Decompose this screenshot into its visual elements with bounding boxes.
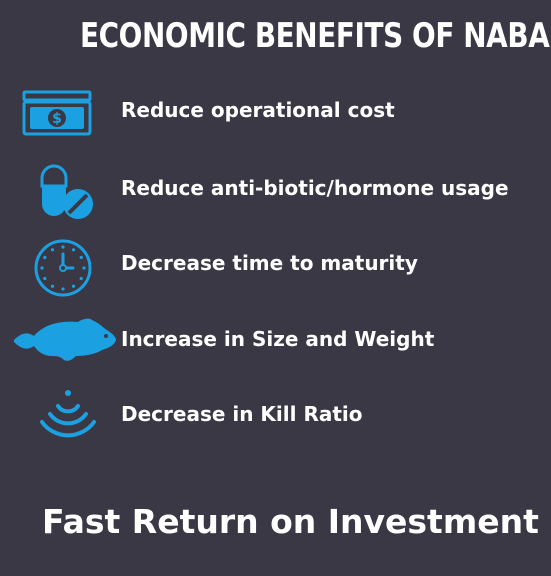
- benefit-label: Reduce operational cost: [121, 98, 395, 122]
- benefit-item-antibiotic-usage: Reduce anti-biotic/hormone usage: [0, 158, 551, 219]
- benefit-label: Reduce anti-biotic/hormone usage: [121, 176, 509, 200]
- benefit-item-time-to-maturity: Decrease time to maturity: [0, 236, 551, 297]
- money-icon: $: [22, 90, 92, 136]
- benefit-item-kill-ratio: Decrease in Kill Ratio: [0, 384, 551, 444]
- footer-tagline: Fast Return on Investment: [42, 502, 539, 541]
- pill-icon: [40, 164, 93, 219]
- clock-icon: [34, 239, 92, 297]
- benefit-label: Decrease time to maturity: [121, 251, 418, 275]
- page-title: ECONOMIC BENEFITS OF NABAS: [80, 16, 551, 56]
- fish-icon: [14, 318, 116, 361]
- benefit-item-operational-cost: $ Reduce operational cost: [0, 84, 551, 144]
- benefit-item-size-weight: Increase in Size and Weight: [0, 312, 551, 372]
- svg-text:$: $: [52, 111, 62, 127]
- infographic-slide: ECONOMIC BENEFITS OF NABAS $ Reduce oper…: [0, 0, 551, 576]
- benefit-label: Increase in Size and Weight: [121, 327, 435, 351]
- benefit-label: Decrease in Kill Ratio: [121, 402, 363, 426]
- signal-icon: [40, 390, 96, 438]
